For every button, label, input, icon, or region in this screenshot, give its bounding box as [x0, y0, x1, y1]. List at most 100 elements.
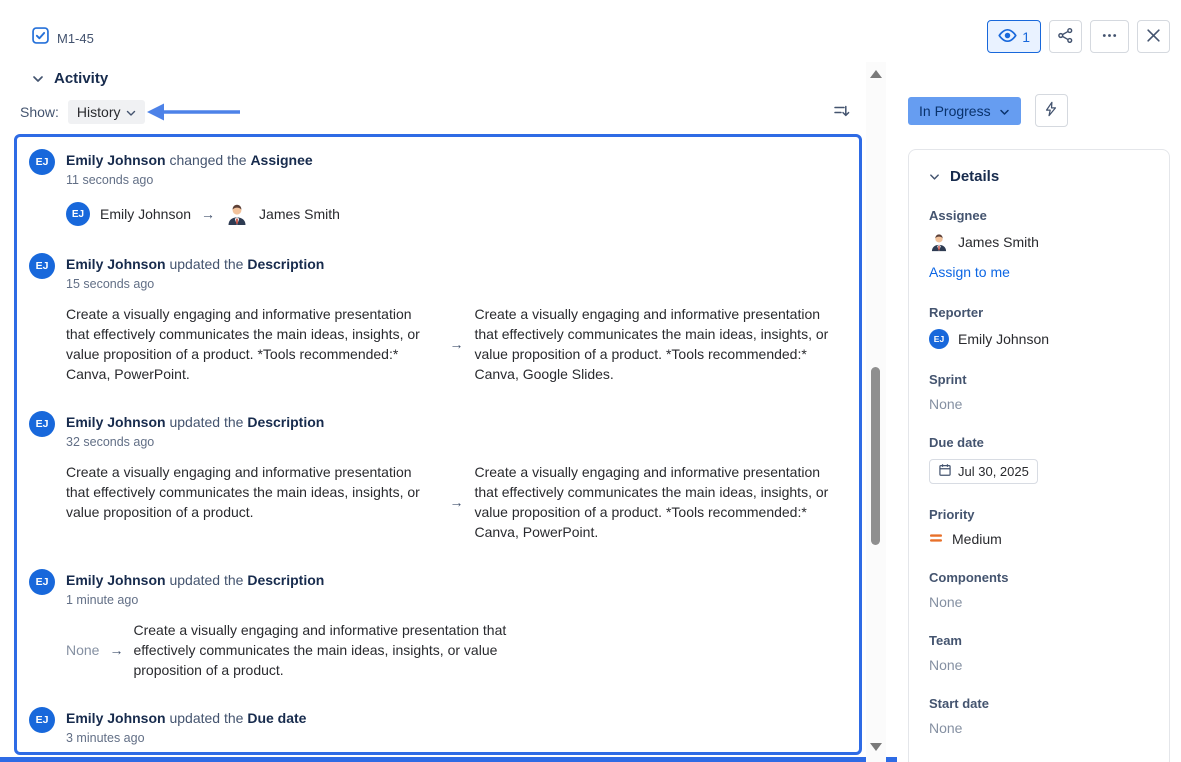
eye-icon: [998, 26, 1017, 48]
action-text: changed the: [169, 152, 246, 168]
vertical-scrollbar[interactable]: [866, 62, 886, 762]
from-user: Emily Johnson: [100, 206, 191, 222]
team-value[interactable]: None: [929, 657, 1149, 673]
annotation-arrow: [146, 101, 244, 123]
close-icon: [1146, 28, 1161, 46]
arrow-right-icon: →: [109, 640, 123, 660]
sort-descending-icon: [832, 108, 850, 123]
details-card: Details Assignee James Smith Assign to m…: [908, 149, 1170, 762]
sort-order-button[interactable]: [830, 100, 852, 125]
arrow-right-icon: →: [450, 492, 464, 512]
scroll-up-button[interactable]: [870, 70, 882, 80]
details-collapse-chevron-icon[interactable]: [929, 173, 940, 181]
activity-title: Activity: [54, 70, 108, 87]
sprint-value[interactable]: None: [929, 396, 1149, 412]
scrollbar-thumb[interactable]: [871, 367, 880, 545]
assignee-name: James Smith: [958, 234, 1039, 250]
chevron-down-icon: [999, 103, 1010, 119]
due-date-chip[interactable]: Jul 30, 2025: [929, 459, 1038, 484]
avatar: EJ: [66, 202, 90, 226]
field-label: Assignee: [929, 208, 1149, 223]
entry-timestamp: 32 seconds ago: [66, 435, 847, 449]
triangle-up-icon: [870, 70, 882, 78]
field-label: Start date: [929, 696, 1149, 711]
field-label: Sprint: [929, 372, 1149, 387]
assign-to-me-link[interactable]: Assign to me: [929, 264, 1010, 280]
watchers-count: 1: [1022, 29, 1030, 45]
priority-value[interactable]: Medium: [929, 531, 1149, 547]
entry-title: Emily Johnson updated the Due date: [66, 707, 847, 728]
status-row: In Progress: [908, 94, 1170, 127]
close-button[interactable]: [1137, 20, 1170, 53]
history-entry: EJ Emily Johnson updated the Description…: [29, 253, 847, 384]
history-entry: EJ Emily Johnson updated the Description…: [29, 569, 847, 680]
reporter-value[interactable]: EJ Emily Johnson: [929, 329, 1149, 349]
issue-key: M1-45: [57, 31, 94, 46]
task-type-icon: [32, 27, 49, 49]
field-sprint: Sprint None: [929, 372, 1149, 412]
avatar: EJ: [29, 253, 55, 279]
field-due-date: Due date Jul 30, 2025: [929, 435, 1149, 484]
show-label: Show:: [20, 104, 59, 120]
history-filter-dropdown[interactable]: History: [68, 100, 146, 124]
entry-timestamp: 1 minute ago: [66, 593, 847, 607]
history-entry: EJ Emily Johnson changed the Assignee 11…: [29, 149, 847, 226]
to-user: James Smith: [259, 206, 340, 222]
activity-filter-row: Show: History: [20, 100, 145, 124]
field-label: Team: [929, 633, 1149, 648]
action-text: updated the: [169, 572, 243, 588]
action-text: updated the: [169, 710, 243, 726]
arrow-right-icon: →: [201, 206, 215, 222]
actor-name: Emily Johnson: [66, 572, 166, 588]
details-sidebar: In Progress Details Assignee: [908, 94, 1170, 762]
actor-name: Emily Johnson: [66, 152, 166, 168]
field-start-date: Start date None: [929, 696, 1149, 736]
value-change-row: Create a visually engaging and informati…: [66, 462, 847, 542]
actor-name: Emily Johnson: [66, 256, 166, 272]
components-value[interactable]: None: [929, 594, 1149, 610]
automation-button[interactable]: [1035, 94, 1068, 127]
share-button[interactable]: [1049, 20, 1082, 53]
entry-timestamp: 15 seconds ago: [66, 277, 847, 291]
status-dropdown[interactable]: In Progress: [908, 97, 1021, 125]
scroll-down-button[interactable]: [870, 743, 882, 753]
avatar: EJ: [29, 569, 55, 595]
field-name: Description: [247, 414, 324, 430]
actor-name: Emily Johnson: [66, 414, 166, 430]
triangle-down-icon: [870, 743, 882, 751]
entry-timestamp: 11 seconds ago: [66, 173, 847, 187]
filter-value: History: [77, 104, 121, 120]
activity-header: Activity: [32, 70, 108, 87]
value-change-row: None → Create a visually engaging and in…: [66, 620, 847, 680]
avatar: [929, 232, 949, 252]
more-button[interactable]: [1090, 20, 1129, 53]
status-value: In Progress: [919, 103, 991, 119]
entry-timestamp: 3 minutes ago: [66, 731, 847, 745]
details-title: Details: [950, 168, 999, 185]
field-priority: Priority Medium: [929, 507, 1149, 547]
history-entry: EJ Emily Johnson updated the Description…: [29, 411, 847, 542]
field-name: Assignee: [250, 152, 312, 168]
topbar-actions: 1: [987, 20, 1170, 53]
value-change-row: EJ Emily Johnson → James Smith: [66, 202, 847, 226]
watchers-button[interactable]: 1: [987, 20, 1041, 53]
activity-collapse-chevron-icon[interactable]: [32, 75, 44, 83]
more-icon: [1101, 27, 1118, 47]
due-date-value: Jul 30, 2025: [958, 464, 1029, 479]
issue-detail-view: M1-45 1: [0, 0, 1181, 762]
field-reporter: Reporter EJ Emily Johnson: [929, 305, 1149, 349]
share-icon: [1057, 27, 1074, 47]
details-header: Details: [929, 168, 1149, 185]
assignee-value[interactable]: James Smith: [929, 232, 1149, 252]
priority-text: Medium: [952, 531, 1002, 547]
avatar: EJ: [29, 411, 55, 437]
avatar: EJ: [929, 329, 949, 349]
value-change-row: Create a visually engaging and informati…: [66, 304, 847, 384]
start-date-value[interactable]: None: [929, 720, 1149, 736]
action-text: updated the: [169, 256, 243, 272]
chevron-down-icon: [126, 104, 136, 120]
topbar: M1-45 1: [0, 0, 1181, 58]
arrow-right-icon: →: [450, 334, 464, 354]
actor-name: Emily Johnson: [66, 710, 166, 726]
to-value: Create a visually engaging and informati…: [475, 462, 848, 542]
